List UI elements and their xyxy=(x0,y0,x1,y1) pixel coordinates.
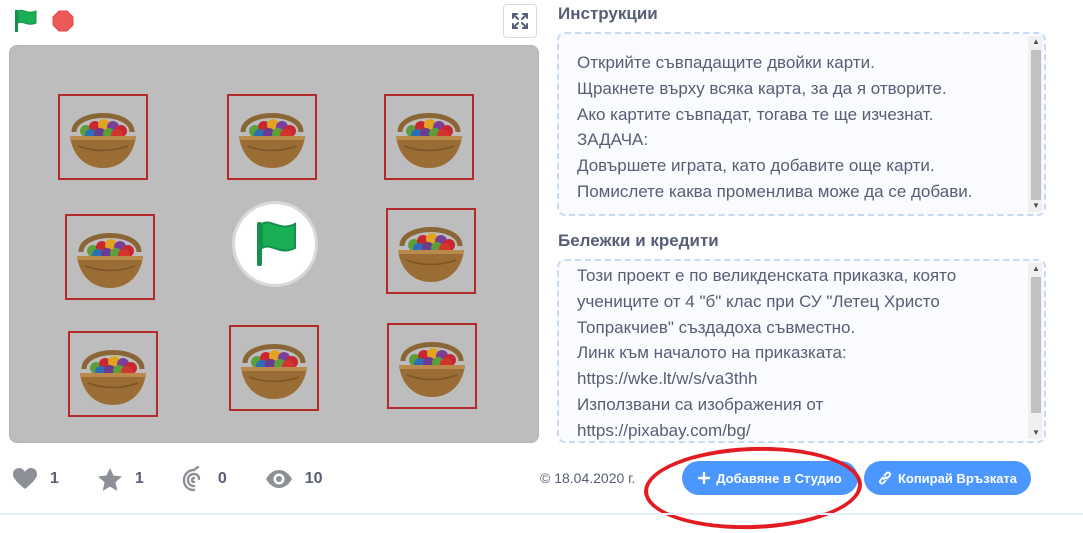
notes-heading: Бележки и кредити xyxy=(558,231,719,250)
scroll-up-icon[interactable]: ▲ xyxy=(1031,265,1041,273)
stop-icon xyxy=(52,10,74,32)
green-flag-icon xyxy=(257,221,296,266)
plus-icon xyxy=(698,472,711,484)
scroll-up-icon[interactable]: ▲ xyxy=(1031,38,1041,46)
basket-card[interactable] xyxy=(65,214,155,300)
scroll-down-icon[interactable]: ▼ xyxy=(1031,202,1041,210)
basket-icon xyxy=(398,227,464,282)
scroll-down-icon[interactable]: ▼ xyxy=(1031,429,1041,437)
notes-scrollbar[interactable]: ▲ ▼ xyxy=(1028,263,1042,439)
basket-card[interactable] xyxy=(229,325,319,411)
green-flag-icon xyxy=(15,9,37,32)
green-flag-button[interactable] xyxy=(12,8,40,34)
notes-line: Топракчиев" създадоха съвместно. xyxy=(577,317,856,337)
share-date: © 18.04.2020 г. xyxy=(540,470,636,486)
love-count: 1 xyxy=(50,470,59,487)
instructions-line: Щракнете върху всяка карта, за да я отво… xyxy=(577,78,947,98)
add-to-studio-button[interactable]: Добавяне в Студио xyxy=(682,461,858,495)
notes-textbox[interactable]: Този проект е по великденската приказка,… xyxy=(557,259,1046,443)
views-stat: 10 xyxy=(265,469,323,489)
remix-icon xyxy=(182,466,201,492)
copy-link-label: Копирай Връзката xyxy=(897,470,1018,486)
project-stage[interactable] xyxy=(9,45,539,443)
scroll-thumb[interactable] xyxy=(1031,277,1041,413)
basket-icon xyxy=(70,113,136,168)
heart-icon xyxy=(13,468,37,489)
notes-link[interactable]: https://pixabay.com/bg/ xyxy=(577,418,1004,441)
instructions-textbox[interactable]: Открийте съвпадащите двойки карти. Щракн… xyxy=(557,32,1046,216)
instructions-scrollbar[interactable]: ▲ ▼ xyxy=(1028,36,1042,212)
copy-link-button[interactable]: Копирай Връзката xyxy=(864,461,1031,495)
remix-count: 0 xyxy=(217,470,227,487)
add-to-studio-label: Добавяне в Студио xyxy=(716,470,842,486)
notes-link[interactable]: https://wke.lt/w/s/va3thh xyxy=(577,366,1004,392)
favorite-stat[interactable]: 1 xyxy=(97,467,144,492)
basket-icon xyxy=(239,113,305,168)
instructions-line: Довършете играта, като добавите още карт… xyxy=(577,156,935,176)
love-stat[interactable]: 1 xyxy=(12,467,59,491)
basket-card[interactable] xyxy=(387,323,477,409)
scroll-thumb[interactable] xyxy=(1031,50,1041,200)
notes-line: Този проект е по великденската приказка,… xyxy=(577,266,957,285)
divider xyxy=(0,513,1083,515)
star-icon xyxy=(97,467,122,491)
eye-icon xyxy=(265,470,292,488)
project-stats: 1 1 0 10 xyxy=(12,464,361,494)
notes-line: Линк към началото на приказката: xyxy=(577,343,847,363)
notes-line: Използвани са изображения от xyxy=(577,394,824,414)
instructions-line: Ако картите съвпадат, тогава те ще изчез… xyxy=(577,104,934,124)
basket-card[interactable] xyxy=(58,94,148,180)
stop-button[interactable] xyxy=(52,10,74,32)
views-count: 10 xyxy=(304,470,323,487)
instructions-line: Помислете каква променлива може да се до… xyxy=(577,181,973,201)
basket-card[interactable] xyxy=(384,94,474,180)
basket-icon xyxy=(77,233,143,288)
basket-card[interactable] xyxy=(227,94,317,180)
basket-icon xyxy=(80,350,146,405)
basket-icon xyxy=(396,113,462,168)
remix-stat[interactable]: 0 xyxy=(182,466,227,492)
start-overlay-button[interactable] xyxy=(232,201,318,287)
basket-icon xyxy=(399,342,465,397)
favorite-count: 1 xyxy=(134,470,144,487)
instructions-heading: Инструкции xyxy=(558,4,658,23)
instructions-line: Открийте съвпадащите двойки карти. xyxy=(577,53,875,72)
fullscreen-icon xyxy=(512,13,528,29)
basket-icon xyxy=(241,344,307,399)
fullscreen-button[interactable] xyxy=(503,4,537,38)
notes-line: учениците от 4 "б" клас при СУ "Летец Хр… xyxy=(577,291,940,311)
basket-card[interactable] xyxy=(68,331,158,417)
basket-card[interactable] xyxy=(386,208,476,294)
instructions-line: ЗАДАЧА: xyxy=(577,130,649,150)
link-icon xyxy=(878,471,891,485)
